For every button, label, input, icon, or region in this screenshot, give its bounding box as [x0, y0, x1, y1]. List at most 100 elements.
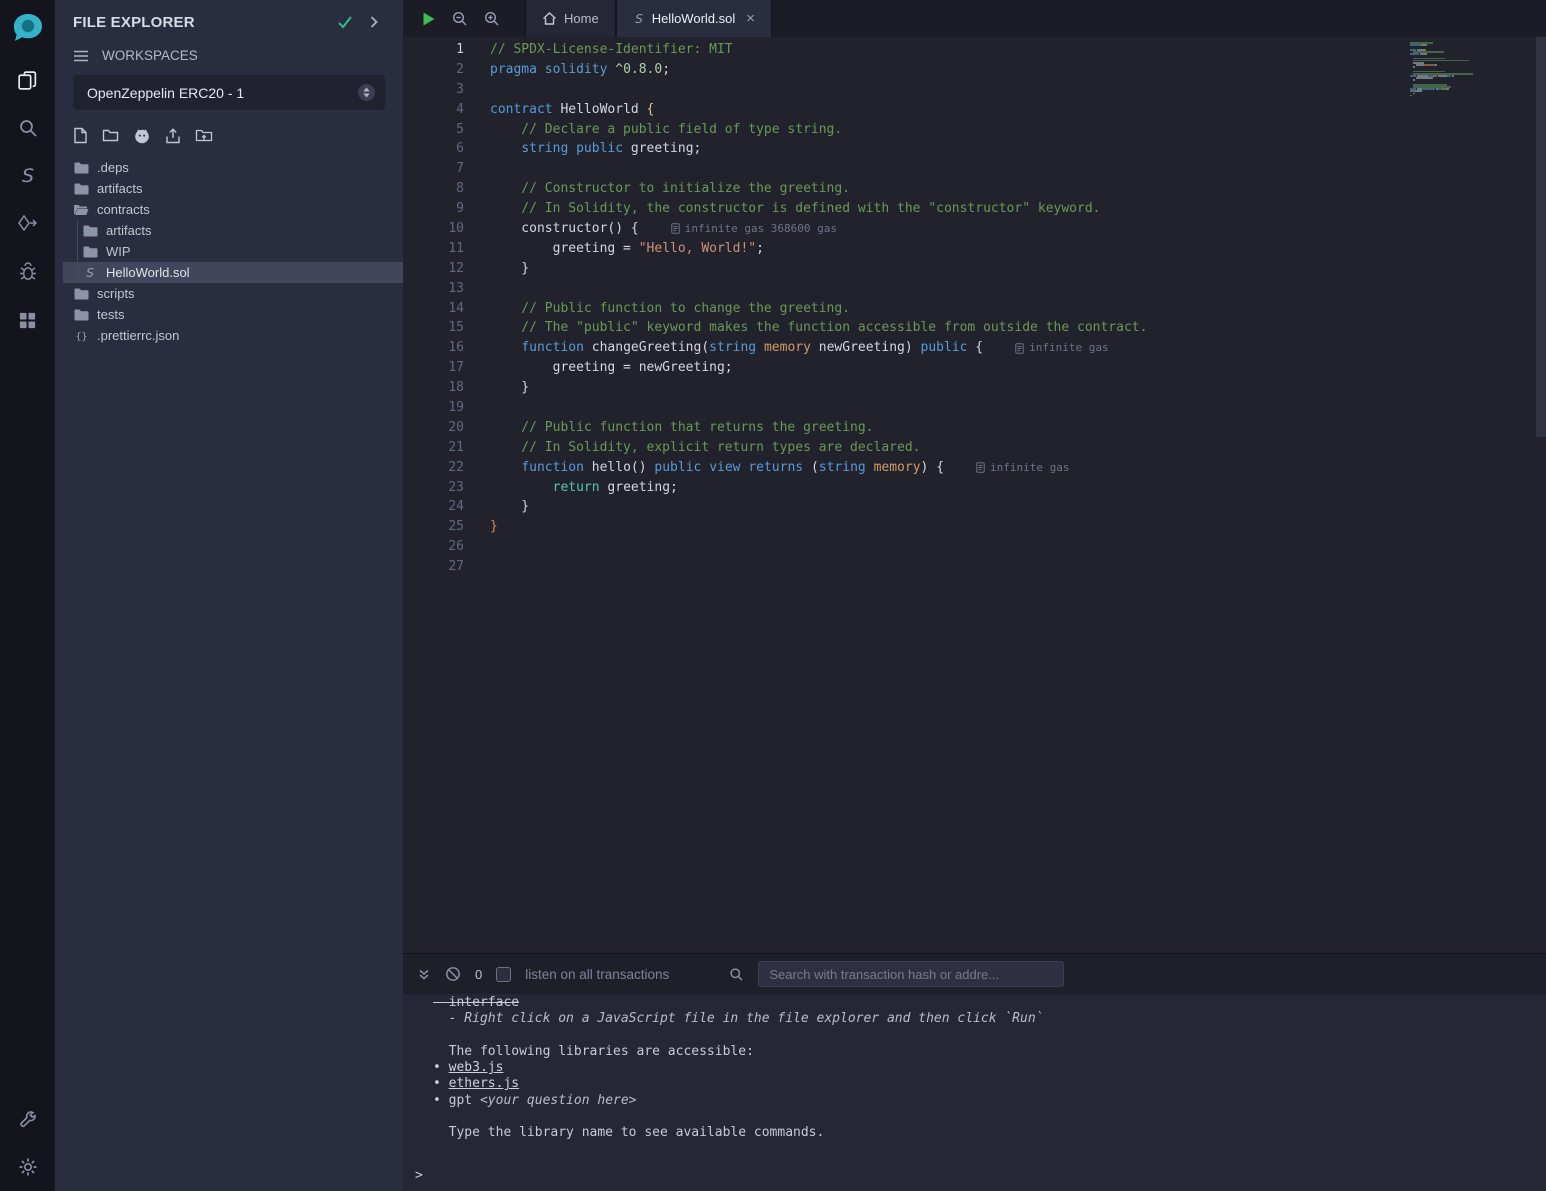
svg-text:S: S [635, 12, 643, 26]
line-number: 9 [403, 199, 478, 219]
code-line[interactable]: 23 return greeting; [403, 478, 1546, 498]
tree-item-prettierrc-json[interactable]: {} .prettierrc.json [63, 325, 403, 346]
code-line[interactable]: 26 [403, 537, 1546, 557]
code-line[interactable]: 3 [403, 80, 1546, 100]
code-line[interactable]: 18 } [403, 378, 1546, 398]
code-line[interactable]: 22 function hello() public view returns … [403, 458, 1546, 478]
code-line[interactable]: 10 constructor() {infinite gas 368600 ga… [403, 219, 1546, 239]
remix-logo[interactable] [0, 0, 55, 56]
terminal-line: • gpt <your question here> [433, 1093, 1546, 1109]
tree-item-scripts[interactable]: scripts [63, 283, 403, 304]
play-icon [421, 11, 436, 27]
search-button[interactable] [0, 104, 55, 152]
gas-icon [976, 462, 985, 473]
json-file-icon: {} [73, 330, 89, 342]
tree-item-artifacts[interactable]: artifacts [63, 220, 403, 241]
code-line[interactable]: 4contract HelloWorld { [403, 100, 1546, 120]
code-line[interactable]: 25} [403, 517, 1546, 537]
upload-folder-button[interactable] [195, 128, 213, 143]
tree-item-helloworld-sol[interactable]: SHelloWorld.sol [63, 262, 403, 283]
code-line[interactable]: 1// SPDX-License-Identifier: MIT [403, 40, 1546, 60]
gas-estimate-badge: infinite gas [976, 458, 1069, 478]
terminal-output[interactable]: interface - Right click on a JavaScript … [403, 994, 1546, 1191]
code-line[interactable]: 6 string public greeting; [403, 139, 1546, 159]
tab-helloworld-sol[interactable]: SHelloWorld.sol× [616, 0, 772, 37]
terminal-link-web3-js[interactable]: web3.js [449, 1060, 504, 1075]
terminal-search-input[interactable] [758, 961, 1064, 987]
zoom-out-button[interactable] [452, 11, 468, 27]
code-content: 1// SPDX-License-Identifier: MIT2pragma … [403, 40, 1546, 577]
code-line[interactable]: 14 // Public function to change the gree… [403, 299, 1546, 319]
tree-item-contracts[interactable]: contracts [63, 199, 403, 220]
line-number: 2 [403, 60, 478, 80]
panel-title: FILE EXPLORER [73, 14, 321, 31]
code-line[interactable]: 8 // Constructor to initialize the greet… [403, 179, 1546, 199]
run-button[interactable] [421, 11, 436, 27]
github-button[interactable] [133, 127, 151, 144]
terminal-line [433, 1028, 1546, 1044]
gas-icon [1015, 343, 1024, 354]
chevron-right-icon[interactable] [369, 15, 379, 29]
code-line[interactable]: 12 } [403, 259, 1546, 279]
code-line[interactable]: 20 // Public function that returns the g… [403, 418, 1546, 438]
new-file-button[interactable] [73, 127, 88, 144]
minimap[interactable] [1410, 42, 1492, 101]
code-line[interactable]: 2pragma solidity ^0.8.0; [403, 60, 1546, 80]
code-line[interactable]: 11 greeting = "Hello, World!"; [403, 239, 1546, 259]
terminal-collapse-icon[interactable] [417, 968, 431, 981]
deploy-run-button[interactable] [0, 200, 55, 248]
new-file-icon [73, 127, 88, 144]
solidity-compiler-button[interactable]: S [0, 152, 55, 200]
line-number: 7 [403, 159, 478, 179]
file-explorer-button[interactable] [0, 56, 55, 104]
plugins-button[interactable] [0, 296, 55, 344]
clear-console-icon[interactable] [445, 966, 461, 982]
settings-button[interactable] [0, 1143, 55, 1191]
code-line[interactable]: 21 // In Solidity, explicit return types… [403, 438, 1546, 458]
line-number: 19 [403, 398, 478, 418]
tree-item-deps[interactable]: .deps [63, 157, 403, 178]
tree-item-label: .prettierrc.json [97, 328, 179, 343]
code-line[interactable]: 9 // In Solidity, the constructor is def… [403, 199, 1546, 219]
check-icon[interactable] [337, 15, 353, 29]
workspace-select[interactable]: OpenZeppelin ERC20 - 1 [73, 75, 385, 110]
workspaces-row: WORKSPACES [55, 44, 403, 75]
workspace-switch-icon[interactable] [357, 83, 376, 102]
editor-scrollbar[interactable] [1536, 37, 1546, 437]
listen-transactions-checkbox[interactable] [496, 967, 511, 982]
svg-text:S: S [21, 165, 33, 187]
upload-folder-icon [195, 128, 213, 143]
new-folder-button[interactable] [102, 128, 119, 143]
code-line[interactable]: 27 [403, 557, 1546, 577]
code-line[interactable]: 5 // Declare a public field of type stri… [403, 120, 1546, 140]
code-line[interactable]: 19 [403, 398, 1546, 418]
tree-item-tests[interactable]: tests [63, 304, 403, 325]
code-editor[interactable]: 1// SPDX-License-Identifier: MIT2pragma … [403, 37, 1546, 953]
code-line[interactable]: 17 greeting = newGreeting; [403, 358, 1546, 378]
terminal-link-ethers-js[interactable]: ethers.js [449, 1076, 519, 1091]
gas-estimate-badge: infinite gas 368600 gas [671, 219, 837, 239]
zoom-in-button[interactable] [484, 11, 500, 27]
code-line[interactable]: 13 [403, 279, 1546, 299]
hamburger-menu-icon[interactable] [73, 49, 89, 63]
code-line[interactable]: 7 [403, 159, 1546, 179]
search-icon [729, 967, 744, 982]
tree-item-artifacts[interactable]: artifacts [63, 178, 403, 199]
debugger-button[interactable] [0, 248, 55, 296]
folder-icon [73, 288, 89, 300]
code-line[interactable]: 15 // The "public" keyword makes the fun… [403, 318, 1546, 338]
publish-gist-button[interactable] [165, 127, 181, 144]
tree-item-wip[interactable]: WIP [63, 241, 403, 262]
plugin-manager-button[interactable] [0, 1095, 55, 1143]
home-icon [542, 11, 557, 26]
line-number: 1 [403, 40, 478, 60]
close-icon[interactable]: × [746, 11, 755, 26]
line-number: 23 [403, 478, 478, 498]
line-number: 15 [403, 318, 478, 338]
check-icon [337, 15, 353, 29]
terminal-prompt[interactable]: > [415, 1168, 423, 1183]
tab-home[interactable]: Home [525, 0, 616, 37]
editor-controls [403, 0, 517, 37]
code-line[interactable]: 16 function changeGreeting(string memory… [403, 338, 1546, 358]
code-line[interactable]: 24 } [403, 497, 1546, 517]
